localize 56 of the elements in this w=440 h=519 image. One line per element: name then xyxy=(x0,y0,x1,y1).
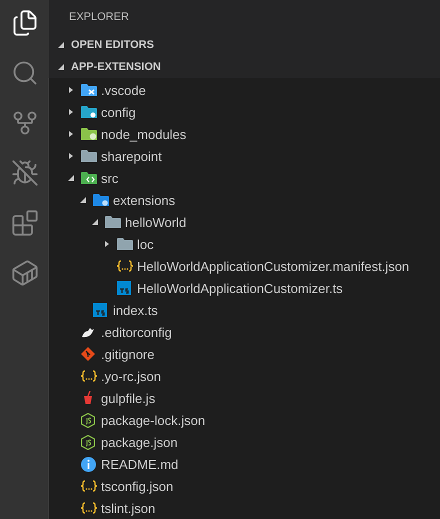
folder-icon xyxy=(81,149,97,163)
branch-icon[interactable] xyxy=(10,109,38,137)
blocks-icon[interactable] xyxy=(10,209,38,237)
folder-name[interactable]: loc xyxy=(137,238,154,250)
braces-icon xyxy=(81,480,97,492)
typescript-file-icon xyxy=(93,303,107,317)
hexagon-icon xyxy=(81,434,95,450)
git-icon xyxy=(81,347,95,361)
panel-title: EXPLORER xyxy=(69,10,129,26)
hexagon-icon xyxy=(81,412,95,428)
folder-name[interactable]: sharepoint xyxy=(101,150,162,162)
folder-name[interactable]: .vscode xyxy=(101,84,146,96)
section-header[interactable]: OPEN EDITORS xyxy=(49,34,440,56)
folder-icon xyxy=(81,83,97,97)
search-icon[interactable] xyxy=(10,59,38,87)
collapsed-chevron-icon[interactable] xyxy=(67,108,75,116)
folder-icon xyxy=(105,215,121,229)
folder-name[interactable]: helloWorld xyxy=(125,216,186,228)
file-name[interactable]: .gitignore xyxy=(101,348,154,360)
expanded-chevron-icon[interactable] xyxy=(57,63,65,72)
file-name[interactable]: index.ts xyxy=(113,304,158,316)
collapsed-chevron-icon[interactable] xyxy=(67,86,75,94)
expanded-chevron-icon[interactable] xyxy=(79,196,87,204)
collapsed-chevron-icon[interactable] xyxy=(103,240,111,248)
braces-icon xyxy=(117,260,133,272)
info-icon xyxy=(81,456,96,472)
files-icon[interactable] xyxy=(10,9,38,37)
expanded-chevron-icon[interactable] xyxy=(67,174,75,182)
section-header[interactable]: APP-EXTENSION xyxy=(49,56,440,78)
collapsed-chevron-icon[interactable] xyxy=(67,130,75,138)
file-name[interactable]: package.json xyxy=(101,436,178,448)
folder-name[interactable]: extensions xyxy=(113,194,176,206)
braces-icon xyxy=(81,370,97,382)
container-icon[interactable] xyxy=(10,259,38,287)
file-name[interactable]: package-lock.json xyxy=(101,414,206,426)
expanded-chevron-icon[interactable] xyxy=(91,218,99,226)
file-name[interactable]: HelloWorldApplicationCustomizer.ts xyxy=(137,282,343,294)
file-name[interactable]: .yo-rc.json xyxy=(101,370,161,382)
typescript-file-icon xyxy=(117,281,131,295)
folder-icon xyxy=(81,127,97,141)
expanded-chevron-icon[interactable] xyxy=(57,41,65,50)
cup-icon xyxy=(81,391,95,405)
file-name[interactable]: README.md xyxy=(101,458,178,470)
folder-icon xyxy=(117,237,133,251)
file-name[interactable]: tslint.json xyxy=(101,502,156,514)
file-name[interactable]: gulpfile.js xyxy=(101,392,156,404)
collapsed-chevron-icon[interactable] xyxy=(67,152,75,160)
folder-name[interactable]: config xyxy=(101,106,136,118)
folder-code-icon xyxy=(81,171,97,185)
braces-icon xyxy=(81,502,97,514)
bug-icon[interactable] xyxy=(10,159,38,187)
folder-name[interactable]: src xyxy=(101,172,118,184)
folder-name[interactable]: node_modules xyxy=(101,128,186,140)
file-name[interactable]: .editorconfig xyxy=(101,326,172,338)
file-name[interactable]: tsconfig.json xyxy=(101,480,174,492)
file-name[interactable]: HelloWorldApplicationCustomizer.manifest.json xyxy=(137,260,410,272)
